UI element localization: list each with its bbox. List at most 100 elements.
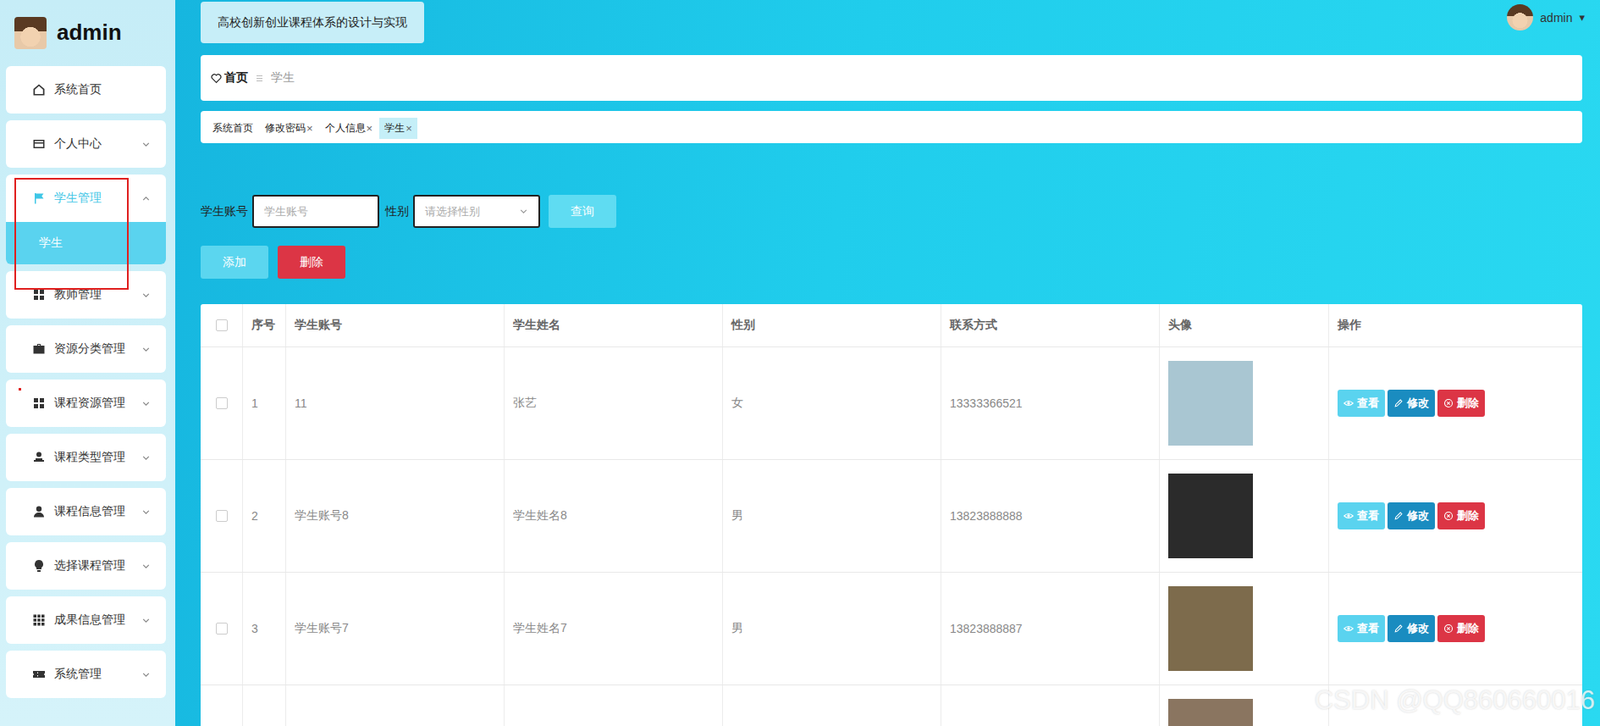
table-cell: 13823888887 bbox=[941, 572, 1160, 685]
row-action-button[interactable]: 修改 bbox=[1387, 389, 1435, 417]
sidebar-item-header[interactable]: 课程类型管理 bbox=[5, 433, 166, 481]
tag[interactable]: 学生× bbox=[379, 117, 418, 139]
sidebar-item-header[interactable]: 课程资源管理 bbox=[5, 379, 166, 427]
row-action-button[interactable]: 修改 bbox=[1387, 502, 1435, 530]
sidebar-subitem[interactable]: 学生 bbox=[5, 221, 166, 265]
user-avatar-icon bbox=[1506, 4, 1534, 31]
table-cell: 查看修改 删除 bbox=[1329, 459, 1583, 572]
chevron-icon bbox=[141, 344, 151, 354]
user-menu[interactable]: admin▾ bbox=[1506, 1, 1585, 31]
row-action-button[interactable]: 删除 bbox=[1437, 502, 1485, 530]
row-action-button[interactable]: 删除 bbox=[1437, 614, 1485, 642]
sidebar-item-label: 资源分类管理 bbox=[54, 341, 142, 357]
gender-select[interactable]: 请选择性别 bbox=[413, 194, 541, 228]
sidebar-item-header[interactable]: 系统首页 bbox=[5, 66, 166, 114]
select-all-checkbox[interactable] bbox=[215, 319, 228, 332]
tag-close[interactable]: × bbox=[306, 121, 314, 135]
table-cell: 13333366521 bbox=[941, 347, 1160, 459]
search-label: 性别 bbox=[385, 204, 409, 220]
table-cell: 查看修改 删除 bbox=[1329, 347, 1583, 459]
table-cell bbox=[200, 572, 243, 685]
menu-item-icon bbox=[32, 191, 46, 205]
table-cell: 学生账号7 bbox=[286, 572, 505, 685]
table-cell: 2 bbox=[242, 459, 287, 572]
table-header: 序号学生账号学生姓名性别联系方式头像操作 bbox=[200, 303, 1583, 348]
action-label: 删除 bbox=[1456, 395, 1479, 411]
toolbar: 添加删除 bbox=[200, 245, 1583, 279]
header-cell: 头像 bbox=[1159, 303, 1330, 347]
main-area: 高校创新创业课程体系的设计与实现admin▾ 首页 学生系统首页修改密码×个人信… bbox=[175, 0, 1600, 726]
menu-item-icon bbox=[32, 612, 46, 627]
avatar-photo bbox=[1168, 473, 1253, 558]
table-cell bbox=[200, 347, 243, 459]
table-row: 2学生账号8学生姓名8男13823888888查看修改删除 bbox=[200, 459, 1583, 573]
action-label: 删除 bbox=[1456, 507, 1479, 524]
sidebar-item-header[interactable]: 选择课程管理 bbox=[5, 541, 166, 590]
chevron-icon bbox=[141, 139, 151, 149]
sidebar-item: 课程信息管理 bbox=[5, 487, 166, 536]
sidebar-menu: 系统首页个人中心学生管理学生教师管理资源分类管理课程资源管理课程类型管理课程信息… bbox=[0, 55, 176, 698]
tag-close[interactable]: × bbox=[405, 121, 413, 135]
sidebar-item-header[interactable]: 个人中心 bbox=[5, 120, 166, 168]
sidebar-item-header[interactable]: 课程信息管理 bbox=[5, 487, 166, 536]
avatar-photo bbox=[1168, 360, 1253, 446]
chevron-icon bbox=[141, 561, 151, 571]
sidebar-item-header[interactable]: 系统管理 bbox=[5, 650, 166, 698]
tag-close[interactable]: × bbox=[366, 121, 374, 135]
account-input[interactable]: 学生账号 bbox=[252, 194, 380, 228]
row-checkbox[interactable] bbox=[215, 509, 228, 522]
row-checkbox[interactable] bbox=[215, 397, 228, 409]
menu-item-icon bbox=[32, 342, 46, 356]
tag[interactable]: 个人信息× bbox=[320, 117, 379, 139]
row-action-button[interactable]: 查看 bbox=[1337, 614, 1385, 642]
table-cell: 张艺 bbox=[504, 347, 723, 459]
system-title: 高校创新创业课程体系的设计与实现 bbox=[200, 1, 425, 44]
tag[interactable]: 系统首页 bbox=[207, 117, 259, 139]
breadcrumb-item[interactable]: 首页 bbox=[210, 70, 249, 86]
header-cell bbox=[200, 303, 243, 347]
table-cell: 查看修改删除 bbox=[1329, 684, 1583, 726]
sidebar-item-label: 选择课程管理 bbox=[54, 557, 142, 574]
chevron-icon bbox=[141, 452, 151, 463]
sidebar-item-label: 课程信息管理 bbox=[54, 503, 142, 519]
row-action-button[interactable]: 修改 bbox=[1387, 614, 1435, 642]
user-caret: ▾ bbox=[1578, 11, 1585, 24]
tag[interactable]: 修改密码× bbox=[259, 117, 319, 139]
sidebar-item-label: 教师管理 bbox=[54, 286, 142, 303]
close-circle-icon bbox=[1443, 510, 1454, 521]
avatar-photo bbox=[1168, 585, 1253, 671]
chevron-icon bbox=[141, 669, 151, 679]
chevron-icon bbox=[141, 290, 151, 300]
dropdown-icon bbox=[518, 206, 529, 216]
sidebar-item-label: 个人中心 bbox=[54, 136, 142, 152]
brand-avatar-icon bbox=[14, 16, 47, 50]
sidebar-item: 资源分类管理 bbox=[5, 325, 166, 373]
separator-icon bbox=[256, 75, 263, 82]
sidebar-item: 课程资源管理 bbox=[5, 379, 166, 427]
search-button[interactable]: 查询 bbox=[548, 194, 617, 228]
sidebar-item-header[interactable]: 成果信息管理 bbox=[5, 595, 166, 644]
table-cell bbox=[200, 459, 243, 572]
annotation-box bbox=[14, 177, 129, 290]
table-cell: 学生姓名8 bbox=[504, 459, 723, 572]
sidebar-item-label: 系统首页 bbox=[54, 82, 151, 98]
header-cell: 学生账号 bbox=[286, 303, 505, 347]
row-action-button[interactable]: 查看 bbox=[1337, 502, 1385, 530]
table-cell bbox=[722, 684, 942, 726]
sidebar-item-label: 课程类型管理 bbox=[54, 449, 142, 465]
action-label: 查看 bbox=[1357, 507, 1380, 524]
row-action-button[interactable]: 查看 bbox=[1337, 389, 1385, 417]
toolbar-button[interactable]: 添加 bbox=[200, 245, 269, 279]
action-label: 查看 bbox=[1357, 620, 1380, 636]
toolbar-button[interactable]: 删除 bbox=[277, 245, 346, 279]
placeholder: 学生账号 bbox=[264, 204, 309, 220]
sidebar-item-header[interactable]: 学生管理 bbox=[5, 174, 166, 222]
sidebar-item-header[interactable]: 教师管理 bbox=[5, 270, 166, 319]
app-page: admin 系统首页个人中心学生管理学生教师管理资源分类管理课程资源管理课程类型管… bbox=[0, 0, 1600, 726]
row-action-button[interactable]: 删除 bbox=[1437, 389, 1485, 417]
table-cell: 女 bbox=[722, 347, 942, 459]
action-label: 删除 bbox=[1456, 620, 1479, 636]
sidebar-item-header[interactable]: 资源分类管理 bbox=[5, 325, 166, 373]
brand-name: admin bbox=[56, 19, 122, 46]
row-checkbox[interactable] bbox=[215, 622, 228, 635]
